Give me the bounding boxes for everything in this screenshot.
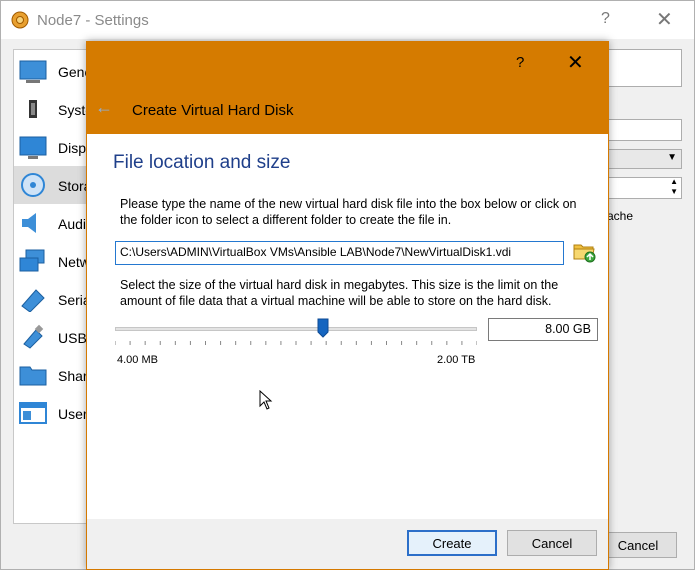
- settings-cancel-button[interactable]: Cancel: [599, 532, 677, 558]
- sidebar-item-label: Disp: [58, 140, 87, 156]
- cancel-button[interactable]: Cancel: [507, 530, 597, 556]
- spin-arrows-icon[interactable]: ▲ ▼: [670, 177, 678, 197]
- audio-icon: [22, 213, 36, 233]
- dialog-footer: Create Cancel: [87, 519, 608, 569]
- size-input[interactable]: 8.00 GB: [488, 318, 598, 341]
- sidebar-item-shared-folders[interactable]: Shar: [14, 356, 94, 394]
- settings-spinbox[interactable]: ▲ ▼: [606, 177, 682, 199]
- settings-partial-label: ache: [607, 209, 634, 223]
- user-interface-icon: [19, 402, 47, 424]
- mouse-cursor-icon: [259, 390, 273, 410]
- size-slider-thumb[interactable]: [317, 318, 329, 338]
- slider-max-label: 2.00 TB: [437, 354, 476, 366]
- system-icon: [29, 100, 37, 118]
- settings-titlebar: Node7 - Settings ? ✕: [1, 1, 694, 39]
- location-description: Please type the name of the new virtual …: [120, 197, 577, 227]
- sidebar-item-system[interactable]: Syste: [14, 90, 94, 128]
- page-title: File location and size: [113, 152, 291, 173]
- sidebar-item-network[interactable]: Netw: [14, 242, 94, 280]
- create-virtual-hard-disk-dialog: ? ✕ ← Create Virtual Hard Disk File loca…: [86, 41, 609, 570]
- display-icon: [19, 136, 47, 159]
- sidebar-item-usb[interactable]: USB: [14, 318, 94, 356]
- sidebar-item-user-interface[interactable]: User: [14, 394, 94, 432]
- create-button[interactable]: Create: [407, 530, 497, 556]
- dialog-close-button[interactable]: ✕: [567, 50, 584, 75]
- sidebar-item-storage[interactable]: Stora: [14, 166, 94, 204]
- dialog-header: ? ✕ ← Create Virtual Hard Disk: [87, 42, 608, 134]
- slider-min-label: 4.00 MB: [117, 354, 158, 366]
- usb-icon: [23, 324, 44, 349]
- sidebar-item-label: Audi: [58, 216, 87, 232]
- dialog-title: Create Virtual Hard Disk: [132, 102, 294, 119]
- dialog-body: File location and size Please type the n…: [87, 134, 608, 519]
- settings-help-button[interactable]: ?: [601, 10, 610, 28]
- settings-window-title: Node7 - Settings: [37, 12, 149, 29]
- sidebar-item-general[interactable]: Gene: [14, 52, 94, 90]
- dialog-help-button[interactable]: ?: [516, 54, 524, 71]
- sidebar-item-serial[interactable]: Seria: [14, 280, 94, 318]
- slider-ticks: [115, 341, 477, 345]
- size-description: Select the size of the virtual hard disk…: [120, 278, 559, 308]
- network-icon: [19, 249, 45, 272]
- folder-icon[interactable]: [572, 240, 596, 264]
- chevron-down-icon: ▼: [667, 152, 677, 163]
- settings-text-field[interactable]: [606, 119, 682, 141]
- sidebar-item-display[interactable]: Disp: [14, 128, 94, 166]
- back-arrow-icon[interactable]: ←: [95, 97, 113, 118]
- sidebar-item-audio[interactable]: Audi: [14, 204, 94, 242]
- sidebar-item-label: Shar: [58, 368, 88, 384]
- sidebar-item-label: USB: [58, 330, 87, 346]
- general-icon: [19, 60, 47, 83]
- settings-sidebar: Gene Syste Disp Stora Audi Netw Seria US…: [13, 49, 94, 524]
- sidebar-item-label: User: [58, 406, 88, 422]
- file-path-input[interactable]: C:\Users\ADMIN\VirtualBox VMs\Ansible LA…: [115, 241, 564, 265]
- settings-close-button[interactable]: ✕: [656, 7, 673, 32]
- size-slider-track[interactable]: [115, 327, 477, 331]
- settings-dropdown[interactable]: ▼: [606, 149, 682, 169]
- settings-name-field[interactable]: [606, 49, 682, 87]
- storage-icon: [21, 173, 45, 197]
- shared-folder-icon: [19, 366, 47, 386]
- virtualbox-app-icon: [11, 11, 29, 29]
- serial-icon: [21, 289, 45, 312]
